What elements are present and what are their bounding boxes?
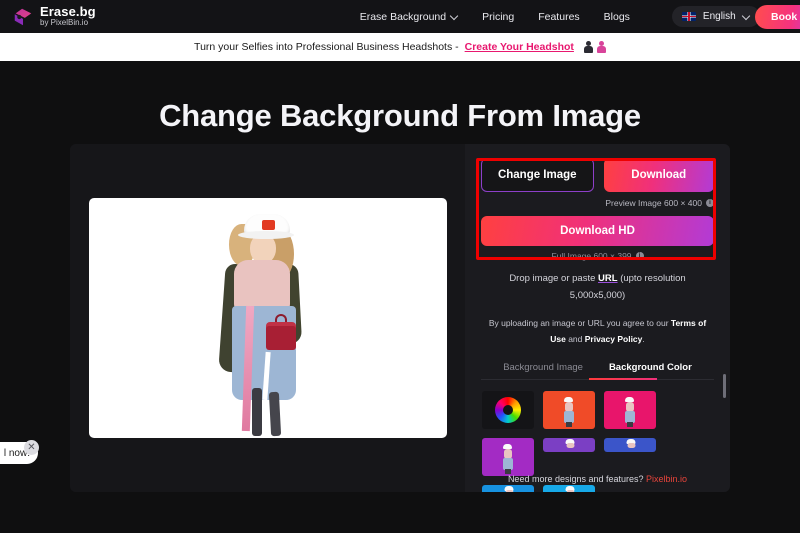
terms-text: By uploading an image or URL you agree t… <box>481 316 714 347</box>
brand-subtitle: by PixelBin.io <box>40 18 89 28</box>
erasebg-logo-icon <box>12 6 34 28</box>
promo-text: Turn your Selfies into Professional Busi… <box>194 41 459 53</box>
page-title: Change Background From Image <box>159 98 641 133</box>
brand-title: Erase.bg <box>40 4 96 20</box>
info-icon[interactable]: i <box>635 252 644 260</box>
terms-of-use-link-part1[interactable]: Terms of <box>671 318 706 328</box>
model-photo <box>204 202 334 437</box>
color-wheel-icon <box>495 396 521 423</box>
privacy-policy-link[interactable]: Privacy Policy <box>585 334 643 344</box>
page-root: Erase.bg by PixelBin.io Erase Background… <box>0 0 800 533</box>
uk-flag-icon <box>681 12 696 21</box>
swatch-preview-thumb <box>504 485 514 492</box>
nav-item-blogs[interactable]: Blogs <box>604 11 630 23</box>
terms-prefix: By uploading an image or URL you agree t… <box>488 318 671 329</box>
nav-item-erase-background[interactable]: Erase Background <box>360 11 458 23</box>
swatch-violet[interactable] <box>543 437 595 452</box>
panel-scrollbar-thumb[interactable] <box>723 374 726 398</box>
download-hd-button[interactable]: Download HD <box>481 216 714 246</box>
language-label: English <box>702 11 736 22</box>
editor-container: Change Image Download Preview Image 600 … <box>70 144 730 492</box>
swatch-purple[interactable] <box>482 437 534 476</box>
create-your-headshot-link[interactable]: Create Your Headshot <box>465 41 574 53</box>
nav-item-pricing-label: Pricing <box>482 10 515 23</box>
drop-image-hint: Drop image or paste URL (upto resolution… <box>481 271 714 304</box>
drop-hint-after: (upto resolution <box>617 273 686 284</box>
promo-icons <box>583 41 606 53</box>
swatch-preview-thumb <box>624 396 636 427</box>
download-button[interactable]: Download <box>603 158 714 192</box>
close-icon[interactable]: ✕ <box>24 440 39 455</box>
pixelbin-link[interactable]: Pixelbin.io <box>646 474 687 484</box>
book-a-demo-button[interactable]: Book a <box>754 5 800 29</box>
swatch-blue[interactable] <box>482 484 534 492</box>
nav-item-blogs-label: Blogs <box>603 10 630 23</box>
person-pink-icon <box>596 41 606 53</box>
swatch-sky[interactable] <box>543 484 595 492</box>
nav-item-pricing[interactable]: Pricing <box>482 11 514 23</box>
swatch-preview-thumb <box>502 443 514 474</box>
terms-period: . <box>642 333 645 344</box>
promo-banner: Turn your Selfies into Professional Busi… <box>0 33 800 61</box>
nav-item-features[interactable]: Features <box>538 11 579 23</box>
chevron-down-icon <box>743 13 750 20</box>
primary-action-row: Change Image Download <box>481 158 714 192</box>
person-icon <box>583 41 593 53</box>
navbar: Erase.bg by PixelBin.io Erase Background… <box>0 0 800 33</box>
drop-hint-resolution: 5,000x5,000) <box>569 289 626 301</box>
need-more-designs-text: Need more designs and features? Pixelbin… <box>465 474 730 484</box>
swatch-preview-thumb <box>565 485 575 492</box>
paste-url-link[interactable]: URL <box>598 273 618 284</box>
image-canvas-pane <box>70 144 465 492</box>
brand-logo-group[interactable]: Erase.bg by PixelBin.io <box>0 5 96 27</box>
need-more-label: Need more designs and features? <box>507 474 647 484</box>
chevron-down-icon <box>451 13 458 20</box>
background-tabs: Background Image Background Color <box>481 362 714 380</box>
options-panel: Change Image Download Preview Image 600 … <box>465 144 730 492</box>
swatch-indigo[interactable] <box>604 437 656 452</box>
nav-links: Erase Background Pricing Features Blogs … <box>360 6 760 27</box>
preview-image-note-label: Preview Image 600 × 400 <box>605 198 702 208</box>
drop-hint-before: Drop image or paste <box>509 273 599 284</box>
language-selector[interactable]: English <box>671 6 760 27</box>
swatch-orange[interactable] <box>543 390 595 429</box>
nav-item-features-label: Features <box>538 10 580 23</box>
full-image-note: Full Image 600 × 399 i <box>481 251 714 261</box>
preview-image-note: Preview Image 600 × 400 i <box>481 198 714 208</box>
color-picker-swatch[interactable] <box>482 390 534 429</box>
change-image-button[interactable]: Change Image <box>481 158 594 192</box>
tab-background-color[interactable]: Background Color <box>609 362 692 380</box>
swatch-preview-thumb <box>565 438 575 452</box>
nav-item-erase-background-label: Erase Background <box>359 10 447 23</box>
tab-background-image[interactable]: Background Image <box>503 362 583 380</box>
image-preview-canvas[interactable] <box>88 198 447 438</box>
terms-conjunction: and <box>565 333 585 344</box>
swatch-preview-thumb <box>563 396 575 427</box>
swatch-preview-thumb <box>626 438 636 452</box>
info-icon[interactable]: i <box>706 199 714 207</box>
swatch-pink[interactable] <box>604 390 656 429</box>
terms-of-use-link-part2[interactable]: Use <box>550 334 566 344</box>
full-image-note-label: Full Image 600 × 399 <box>551 251 632 261</box>
